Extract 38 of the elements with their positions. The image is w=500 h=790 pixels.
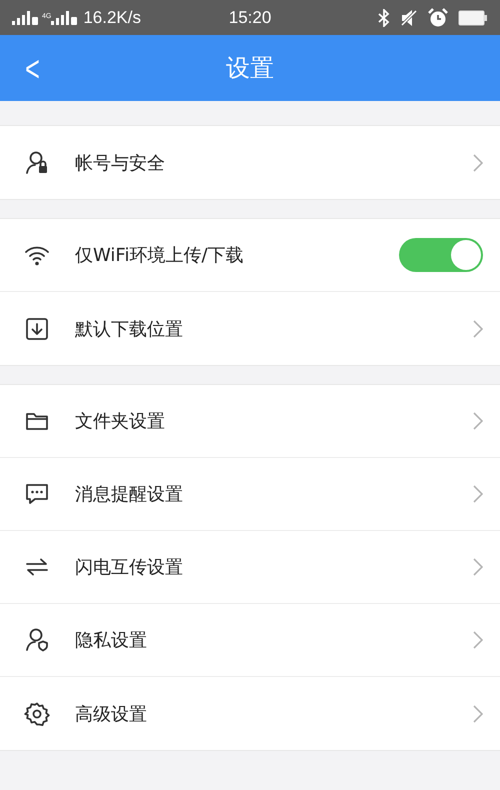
network-speed: 16.2K/s [83,8,141,28]
chevron-right-icon [473,631,483,649]
chevron-right-icon [473,485,483,503]
settings-row[interactable]: 隐私设置 [0,604,500,677]
gear-icon [24,700,50,726]
clock-time: 15:20 [228,8,272,28]
settings-row[interactable]: 文件夹设置 [0,385,500,458]
setting-label: 高级设置 [75,702,148,726]
settings-row[interactable]: 闪电互传设置 [0,531,500,604]
settings-row[interactable]: 消息提醒设置 [0,458,500,531]
chat-icon [24,481,50,507]
setting-label: 消息提醒设置 [75,483,184,506]
setting-label: 帐号与安全 [75,152,166,174]
setting-label: 仅WiFi环境上传/下载 [75,244,245,267]
signal-icon [51,10,78,24]
user-shield-icon [24,627,50,653]
page-title: 设置 [226,53,274,84]
setting-label: 隐私设置 [75,629,148,652]
settings-row[interactable]: 仅WiFi环境上传/下载 [0,219,500,292]
muted-speaker-icon [400,8,418,26]
chevron-right-icon [473,704,483,722]
toggle-switch[interactable] [399,238,483,272]
settings-row[interactable]: 高级设置 [0,677,500,750]
chevron-right-icon [473,320,483,338]
setting-label: 默认下载位置 [75,318,184,340]
signal-icon [12,10,38,24]
settings-row[interactable]: 帐号与安全 [0,126,500,199]
battery-icon [458,10,488,26]
settings-row[interactable]: 默认下载位置 [0,292,500,365]
download-icon [24,316,50,342]
user-lock-icon [24,150,50,176]
setting-label: 闪电互传设置 [75,556,184,579]
alarm-icon [428,8,448,28]
bluetooth-icon [378,8,390,26]
chevron-right-icon [473,558,483,576]
chevron-right-icon [473,154,483,172]
setting-label: 文件夹设置 [75,410,166,433]
chevron-right-icon [473,412,483,430]
